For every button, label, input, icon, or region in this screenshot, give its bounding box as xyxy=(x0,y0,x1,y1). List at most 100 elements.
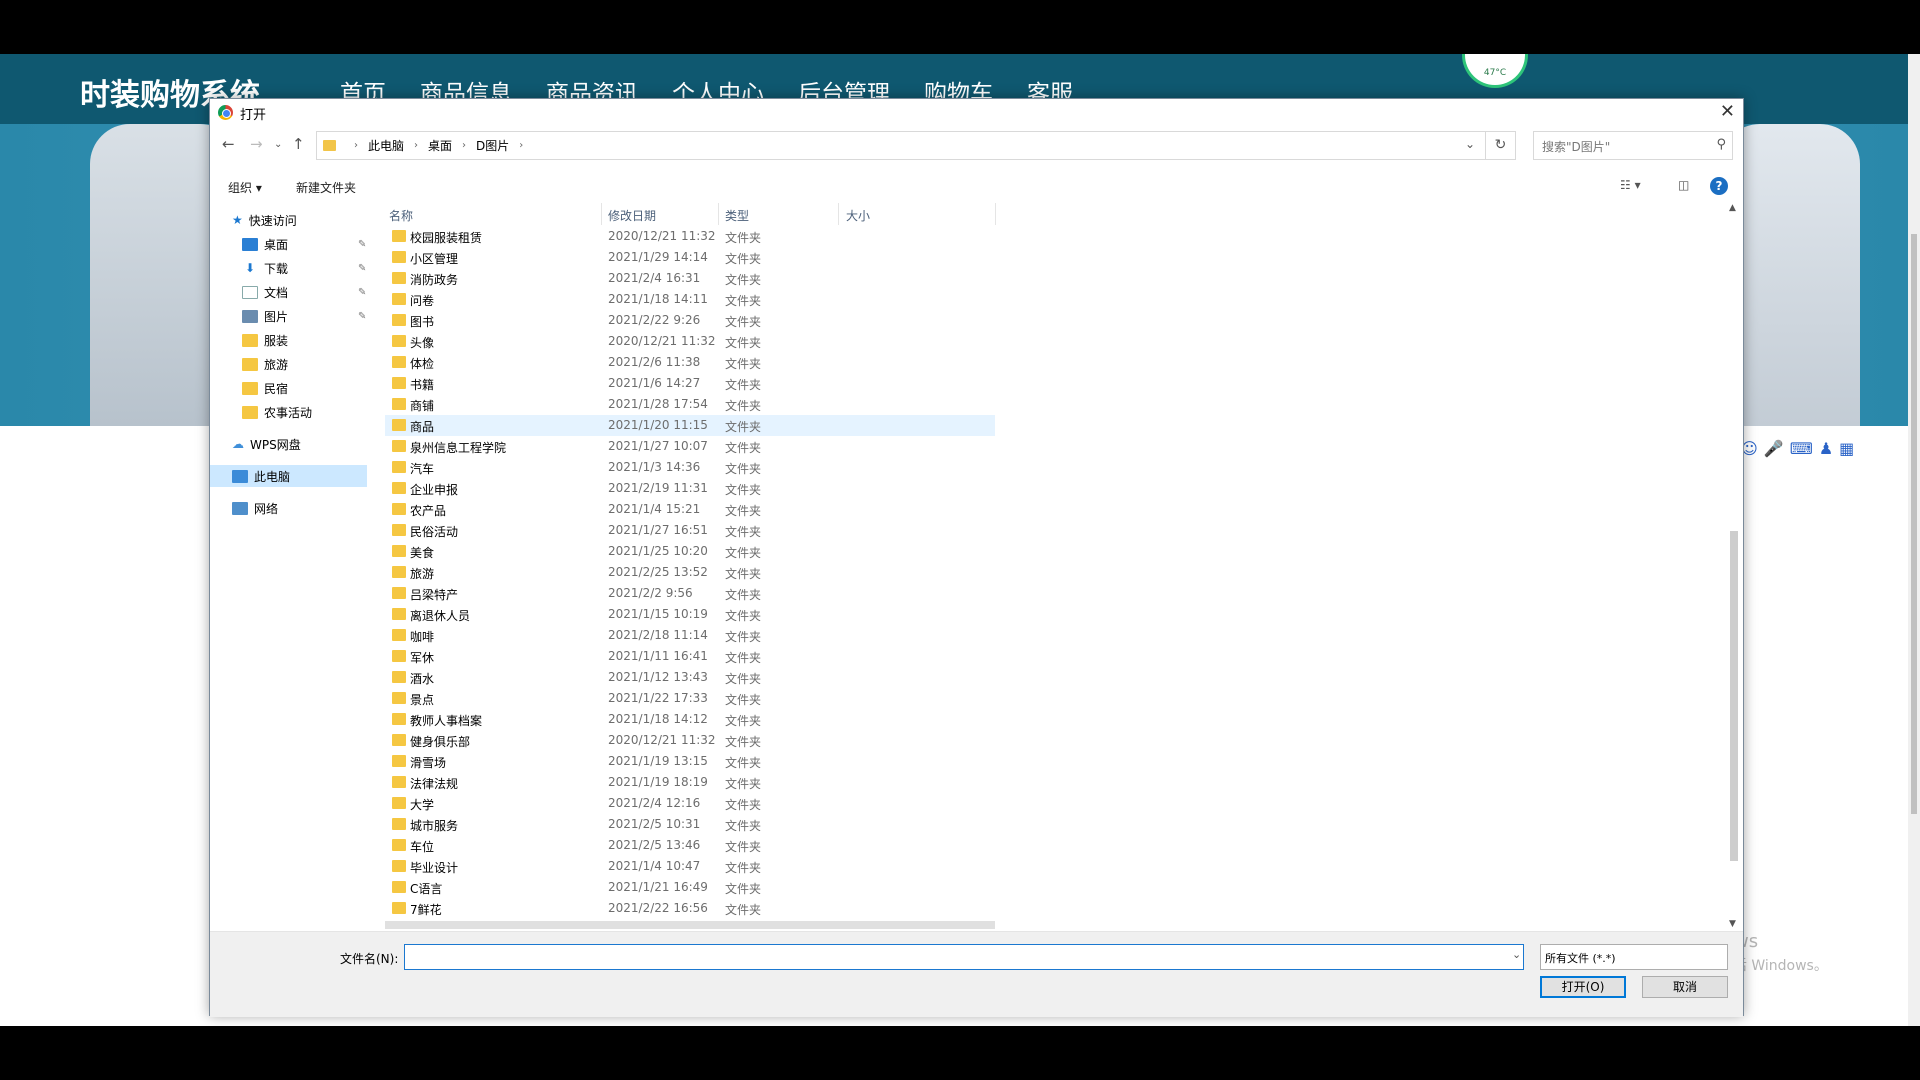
forward-arrow-icon[interactable]: → xyxy=(250,135,263,153)
view-options-icon[interactable]: ☷ ▾ xyxy=(1620,178,1641,192)
horizontal-scrollbar[interactable] xyxy=(385,921,995,929)
column-divider[interactable] xyxy=(995,203,996,225)
file-row[interactable]: 农产品 2021/1/4 15:21 文件夹 xyxy=(385,499,995,520)
address-bar[interactable]: › 此电脑 › 桌面 › D图片 › ⌄ ↻ xyxy=(316,131,1516,160)
filename-dropdown-icon[interactable]: ⌄ xyxy=(1512,948,1521,961)
preview-pane-icon[interactable]: ◫ xyxy=(1678,178,1689,192)
file-row[interactable]: 7鲜花 2021/2/22 16:56 文件夹 xyxy=(385,898,995,919)
sidebar-item-this-pc[interactable]: 此电脑 xyxy=(210,465,367,487)
navigation-bar: ← → ⌄ ↑ › 此电脑 › 桌面 › D图片 › ⌄ ↻ 搜索"D图片" ⚲ xyxy=(210,131,1743,161)
file-row[interactable]: 书籍 2021/1/6 14:27 文件夹 xyxy=(385,373,995,394)
sidebar-item-travel[interactable]: 旅游 xyxy=(242,353,288,375)
file-row[interactable]: 校园服装租赁 2020/12/21 11:32 文件夹 xyxy=(385,226,995,247)
file-row[interactable]: 体检 2021/2/6 11:38 文件夹 xyxy=(385,352,995,373)
file-row[interactable]: 毕业设计 2021/1/4 10:47 文件夹 xyxy=(385,856,995,877)
folder-icon xyxy=(242,381,258,395)
sidebar-item-pictures[interactable]: 图片 ✎ xyxy=(242,305,392,327)
file-row[interactable]: 美食 2021/1/25 10:20 文件夹 xyxy=(385,541,995,562)
search-icon[interactable]: ⚲ xyxy=(1716,137,1726,152)
sidebar-item-documents[interactable]: 文档 ✎ xyxy=(242,281,392,303)
file-row[interactable]: 头像 2020/12/21 11:32 文件夹 xyxy=(385,331,995,352)
chevron-right-icon[interactable]: › xyxy=(519,140,523,151)
column-divider[interactable] xyxy=(718,203,719,225)
file-row[interactable]: 商铺 2021/1/28 17:54 文件夹 xyxy=(385,394,995,415)
file-row[interactable]: 酒水 2021/1/12 13:43 文件夹 xyxy=(385,667,995,688)
breadcrumb-d-pictures[interactable]: D图片 xyxy=(476,137,509,154)
scroll-down-icon[interactable]: ▼ xyxy=(1729,919,1736,929)
breadcrumb-this-pc[interactable]: 此电脑 xyxy=(368,137,404,154)
file-row[interactable]: 咖啡 2021/2/18 11:14 文件夹 xyxy=(385,625,995,646)
sidebar-item-network[interactable]: 网络 xyxy=(232,497,278,519)
file-type: 文件夹 xyxy=(725,609,762,623)
sidebar-item-wps-cloud[interactable]: ☁ WPS网盘 xyxy=(232,433,301,455)
pin-icon[interactable]: ✎ xyxy=(358,287,366,298)
file-row[interactable]: 吕梁特产 2021/2/2 9:56 文件夹 xyxy=(385,583,995,604)
file-row[interactable]: 军休 2021/1/11 16:41 文件夹 xyxy=(385,646,995,667)
file-row[interactable]: 民俗活动 2021/1/27 16:51 文件夹 xyxy=(385,520,995,541)
open-button[interactable]: 打开(O) xyxy=(1540,976,1626,998)
file-row[interactable]: 问卷 2021/1/18 14:11 文件夹 xyxy=(385,289,995,310)
file-row[interactable]: 图书 2021/2/22 9:26 文件夹 xyxy=(385,310,995,331)
file-type-filter[interactable]: 所有文件 (*.*) xyxy=(1540,944,1728,970)
file-row[interactable]: 大学 2021/2/4 12:16 文件夹 xyxy=(385,793,995,814)
sidebar-item-quick-access[interactable]: ★ 快速访问 xyxy=(232,209,297,231)
file-row[interactable]: 教师人事档案 2021/1/18 14:12 文件夹 xyxy=(385,709,995,730)
column-divider[interactable] xyxy=(838,203,839,225)
chevron-right-icon[interactable]: › xyxy=(354,140,358,151)
sidebar-item-farming[interactable]: 农事活动 xyxy=(242,401,312,423)
address-dropdown-icon[interactable]: ⌄ xyxy=(1465,137,1475,151)
file-row[interactable]: 汽车 2021/1/3 14:36 文件夹 xyxy=(385,457,995,478)
cancel-button[interactable]: 取消 xyxy=(1642,976,1728,998)
file-type: 文件夹 xyxy=(725,378,762,392)
sidebar-item-downloads[interactable]: ⬇ 下载 ✎ xyxy=(242,257,392,279)
file-row[interactable]: 商品 2021/1/20 11:15 文件夹 xyxy=(385,415,995,436)
file-row[interactable]: 泉州信息工程学院 2021/1/27 10:07 文件夹 xyxy=(385,436,995,457)
up-arrow-icon[interactable]: ↑ xyxy=(292,135,305,153)
file-row[interactable]: 消防政务 2021/2/4 16:31 文件夹 xyxy=(385,268,995,289)
file-row[interactable]: 城市服务 2021/2/5 10:31 文件夹 xyxy=(385,814,995,835)
microphone-icon[interactable]: 🎤 xyxy=(1764,439,1784,458)
sidebar-item-desktop[interactable]: 桌面 ✎ xyxy=(242,233,392,255)
file-row[interactable]: 旅游 2021/2/25 13:52 文件夹 xyxy=(385,562,995,583)
scroll-thumb[interactable] xyxy=(1730,531,1738,861)
sidebar-item-clothing[interactable]: 服装 xyxy=(242,329,288,351)
pin-icon[interactable]: ✎ xyxy=(358,239,366,250)
file-row[interactable]: 景点 2021/1/22 17:33 文件夹 xyxy=(385,688,995,709)
page-scrollbar-thumb[interactable] xyxy=(1911,234,1917,814)
new-folder-button[interactable]: 新建文件夹 xyxy=(296,179,356,196)
back-arrow-icon[interactable]: ← xyxy=(222,135,235,153)
file-row[interactable]: C语言 2021/1/21 16:49 文件夹 xyxy=(385,877,995,898)
refresh-icon[interactable]: ↻ xyxy=(1485,132,1515,159)
file-row[interactable]: 健身俱乐部 2020/12/21 11:32 文件夹 xyxy=(385,730,995,751)
chevron-right-icon[interactable]: › xyxy=(414,140,418,151)
help-icon[interactable]: ? xyxy=(1710,177,1728,195)
file-row[interactable]: 小区管理 2021/1/29 14:14 文件夹 xyxy=(385,247,995,268)
sidebar-item-homestay[interactable]: 民宿 xyxy=(242,377,288,399)
file-type: 文件夹 xyxy=(725,399,762,413)
file-name: 商铺 xyxy=(410,399,435,413)
file-type: 文件夹 xyxy=(725,882,762,896)
scroll-up-icon[interactable]: ▲ xyxy=(1729,203,1736,213)
file-row[interactable]: 法律法规 2021/1/19 18:19 文件夹 xyxy=(385,772,995,793)
pin-icon[interactable]: ✎ xyxy=(358,311,366,322)
filename-input[interactable] xyxy=(404,944,1524,970)
file-row[interactable]: 滑雪场 2021/1/19 13:15 文件夹 xyxy=(385,751,995,772)
pin-icon[interactable]: ✎ xyxy=(358,263,366,274)
file-row[interactable]: 企业申报 2021/2/19 11:31 文件夹 xyxy=(385,478,995,499)
file-row[interactable]: 离退休人员 2021/1/15 10:19 文件夹 xyxy=(385,604,995,625)
file-list-scrollbar[interactable]: ▲ ▼ xyxy=(1727,203,1741,929)
breadcrumb-desktop[interactable]: 桌面 xyxy=(428,137,452,154)
recent-dropdown-icon[interactable]: ⌄ xyxy=(274,139,282,150)
file-date: 2021/2/18 11:14 xyxy=(608,628,708,642)
close-icon[interactable]: ✕ xyxy=(1720,101,1735,122)
toolbox-icon[interactable]: ▦ xyxy=(1839,439,1854,458)
keyboard-icon[interactable]: ⌨ xyxy=(1790,439,1813,458)
page-scrollbar[interactable] xyxy=(1908,54,1920,1026)
skin-icon[interactable]: ♟ xyxy=(1819,439,1833,458)
search-input[interactable]: 搜索"D图片" ⚲ xyxy=(1533,131,1733,160)
file-type: 文件夹 xyxy=(725,840,762,854)
chevron-right-icon[interactable]: › xyxy=(462,140,466,151)
column-divider[interactable] xyxy=(601,203,602,225)
organize-button[interactable]: 组织 ▾ xyxy=(228,179,262,196)
file-row[interactable]: 车位 2021/2/5 13:46 文件夹 xyxy=(385,835,995,856)
